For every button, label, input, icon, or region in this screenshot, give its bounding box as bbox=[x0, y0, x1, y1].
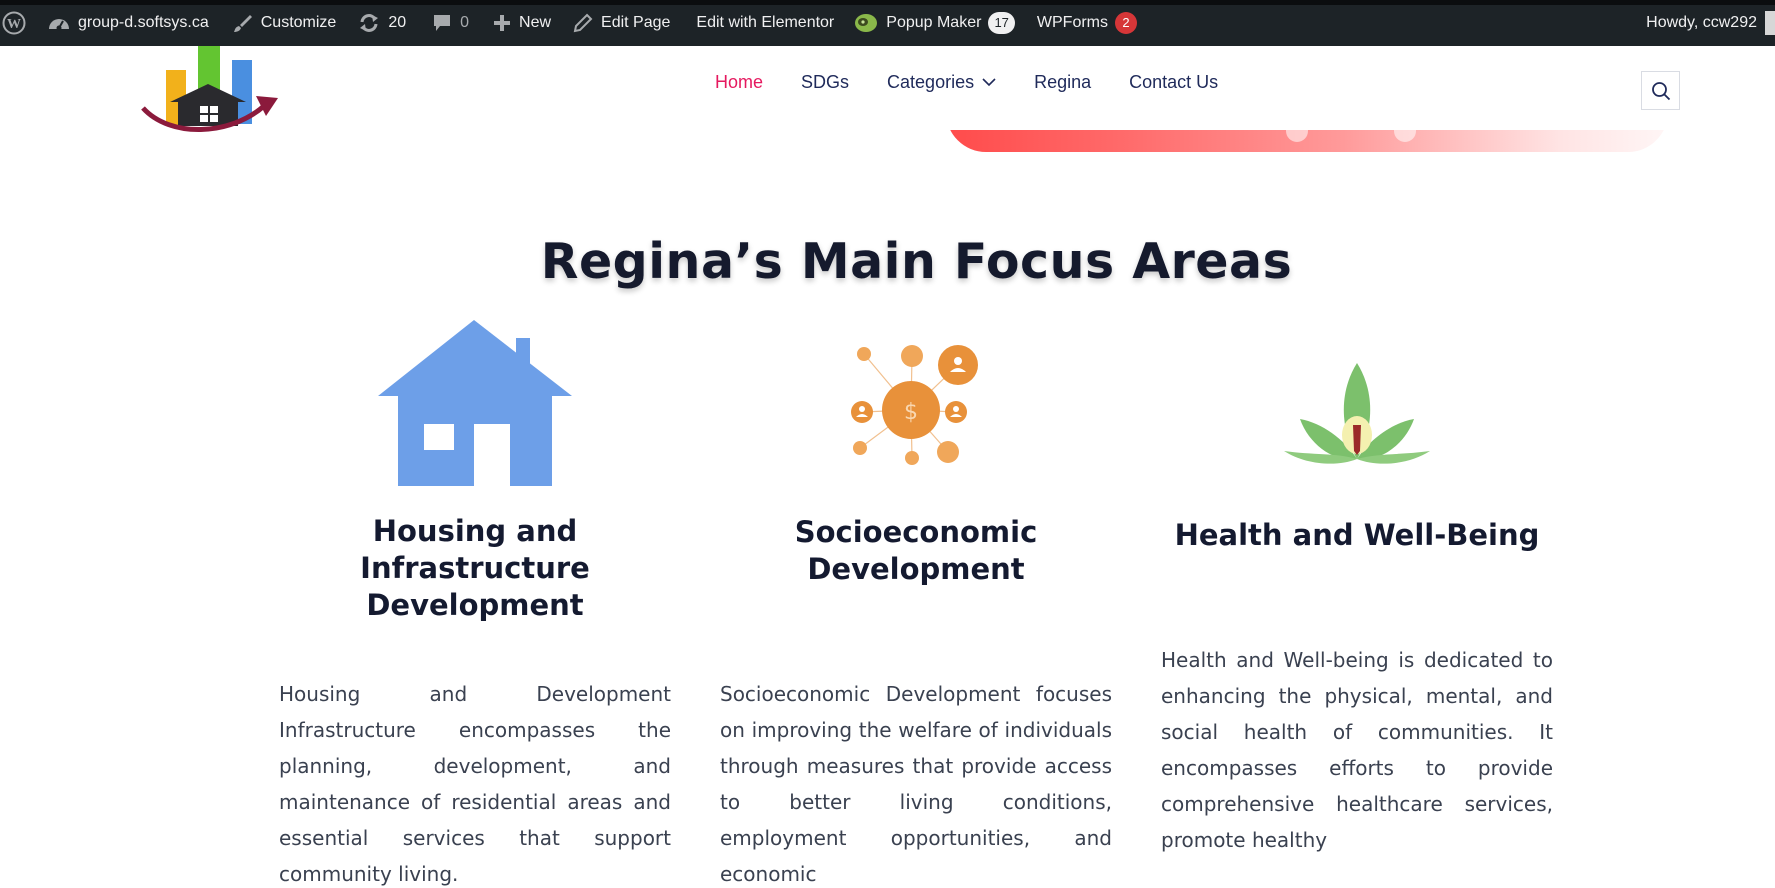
nav-item-sdgs-label: SDGs bbox=[801, 72, 850, 92]
site-name-menu[interactable]: group-d.softsys.ca bbox=[36, 0, 219, 46]
wpforms-count-badge: 2 bbox=[1115, 12, 1138, 34]
focus-area-description: Health and Well-being is dedicated to en… bbox=[1161, 648, 1553, 852]
nav-item-regina[interactable]: Regina bbox=[1034, 72, 1091, 93]
howdy-label: Howdy, ccw292 bbox=[1646, 14, 1757, 31]
edit-with-elementor-button[interactable]: Edit with Elementor bbox=[680, 0, 844, 46]
house-icon bbox=[376, 318, 572, 492]
focus-area-title: Housing and Infrastructure Development bbox=[360, 514, 590, 622]
focus-area-title: Health and Well-Being bbox=[1174, 518, 1540, 552]
popup-maker-label: Popup Maker bbox=[886, 14, 982, 31]
pencil-icon bbox=[573, 13, 593, 33]
site-name-label: group-d.softsys.ca bbox=[78, 14, 209, 31]
hero-banner-edge bbox=[946, 130, 1668, 152]
focus-area-title: Socioeconomic Development bbox=[794, 515, 1038, 586]
wordpress-logo-button[interactable]: W bbox=[0, 0, 36, 46]
site-logo[interactable] bbox=[140, 46, 282, 142]
search-button[interactable] bbox=[1641, 71, 1680, 110]
updates-button[interactable]: 20 bbox=[346, 0, 416, 46]
new-label: New bbox=[519, 14, 552, 31]
nav-item-sdgs[interactable]: SDGs bbox=[801, 72, 849, 93]
edit-page-label: Edit Page bbox=[601, 14, 671, 31]
popup-maker-count-badge: 17 bbox=[988, 12, 1015, 34]
avatar bbox=[1765, 11, 1775, 35]
nav-item-home-label: Home bbox=[715, 72, 764, 92]
customize-label: Customize bbox=[260, 14, 337, 31]
my-account-menu[interactable]: Howdy, ccw292 bbox=[1646, 0, 1775, 46]
edit-page-button[interactable]: Edit Page bbox=[561, 0, 680, 46]
wordpress-icon: W bbox=[2, 11, 26, 35]
logo-house-chart-icon bbox=[141, 46, 278, 132]
refresh-icon bbox=[358, 12, 380, 34]
svg-text:$: $ bbox=[904, 400, 918, 425]
nav-item-regina-label: Regina bbox=[1034, 72, 1092, 92]
focus-area-description: Socioeconomic Development focuses on imp… bbox=[720, 682, 1112, 886]
comments-button[interactable]: 0 bbox=[416, 0, 479, 46]
admin-bar: W group-d.softsys.ca Customize 20 0 New … bbox=[0, 0, 1775, 46]
updates-count: 20 bbox=[388, 14, 407, 31]
wpforms-label: WPForms bbox=[1036, 14, 1109, 31]
site-header: Home SDGs Categories Regina Contact Us bbox=[0, 46, 1775, 156]
search-icon bbox=[1651, 81, 1670, 100]
svg-text:W: W bbox=[7, 17, 21, 32]
comment-bubble-icon bbox=[432, 13, 452, 33]
section-title: Regina’s Main Focus Areas bbox=[540, 233, 1293, 290]
nav-item-home[interactable]: Home bbox=[715, 72, 763, 93]
main-navigation: Home SDGs Categories Regina Contact Us bbox=[715, 72, 1256, 93]
dashboard-gauge-icon bbox=[48, 13, 70, 33]
nav-item-categories-label: Categories bbox=[887, 72, 975, 92]
leaf-icon bbox=[1282, 355, 1432, 471]
network-money-icon: $ bbox=[850, 340, 982, 474]
wpforms-menu[interactable]: WPForms 2 bbox=[1025, 0, 1147, 46]
chevron-down-icon bbox=[982, 78, 996, 87]
popup-maker-menu[interactable]: Popup Maker 17 bbox=[844, 0, 1025, 46]
nav-item-contact-us[interactable]: Contact Us bbox=[1129, 72, 1218, 93]
new-content-button[interactable]: New bbox=[479, 0, 561, 46]
paintbrush-icon bbox=[233, 13, 253, 33]
customize-button[interactable]: Customize bbox=[219, 0, 347, 46]
edit-with-elementor-label: Edit with Elementor bbox=[696, 14, 835, 31]
nav-item-categories[interactable]: Categories bbox=[887, 72, 996, 93]
popup-maker-icon bbox=[854, 13, 878, 33]
comments-count: 0 bbox=[460, 14, 470, 31]
plus-icon bbox=[493, 14, 511, 32]
focus-area-description: Housing and Development Infrastructure e… bbox=[279, 682, 671, 886]
nav-item-contact-us-label: Contact Us bbox=[1129, 72, 1219, 92]
admin-bar-top-edge bbox=[0, 0, 1775, 5]
